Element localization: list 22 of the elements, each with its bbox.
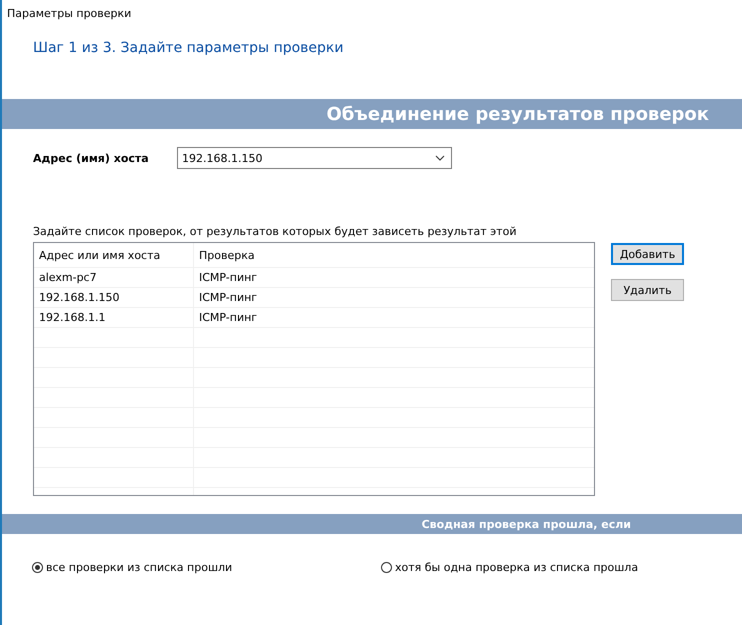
list-caption: Задайте список проверок, от результатов которых будет зависеть результат этой bbox=[33, 225, 518, 238]
column-header[interactable]: Адрес или имя хоста bbox=[34, 243, 194, 267]
radio-label[interactable]: хотя бы одна проверка из списка прошла bbox=[395, 561, 638, 574]
chevron-down-icon bbox=[435, 155, 445, 161]
host-label: Адрес (имя) хоста bbox=[33, 152, 150, 164]
action-button[interactable]: Удалить bbox=[611, 279, 684, 301]
table-cell-text: ICMP-пинг bbox=[198, 290, 258, 306]
window-title: Параметры проверки bbox=[6, 6, 132, 22]
table-cell: 192.168.1.150 bbox=[34, 288, 194, 307]
radio-button[interactable] bbox=[381, 562, 392, 573]
radio-button[interactable] bbox=[32, 562, 43, 573]
step-title: Шаг 1 из 3. Задайте параметры проверки bbox=[33, 40, 344, 58]
table-cell: 192.168.1.1 bbox=[34, 308, 194, 327]
table-cell-text: ICMP-пинг bbox=[198, 270, 258, 286]
table-cell-text: ICMP-пинг bbox=[198, 310, 258, 326]
summary-header: Сводная проверка прошла, если bbox=[422, 518, 631, 530]
host-combo-box[interactable]: 192.168.1.150 bbox=[177, 147, 452, 169]
section-header: Объединение результатов проверок bbox=[326, 104, 709, 124]
action-button[interactable]: Добавить bbox=[611, 243, 684, 265]
table-cell: alexm-pc7 bbox=[34, 268, 194, 287]
column-header[interactable]: Проверка bbox=[194, 243, 594, 267]
radio-label[interactable]: все проверки из списка прошли bbox=[46, 561, 232, 574]
